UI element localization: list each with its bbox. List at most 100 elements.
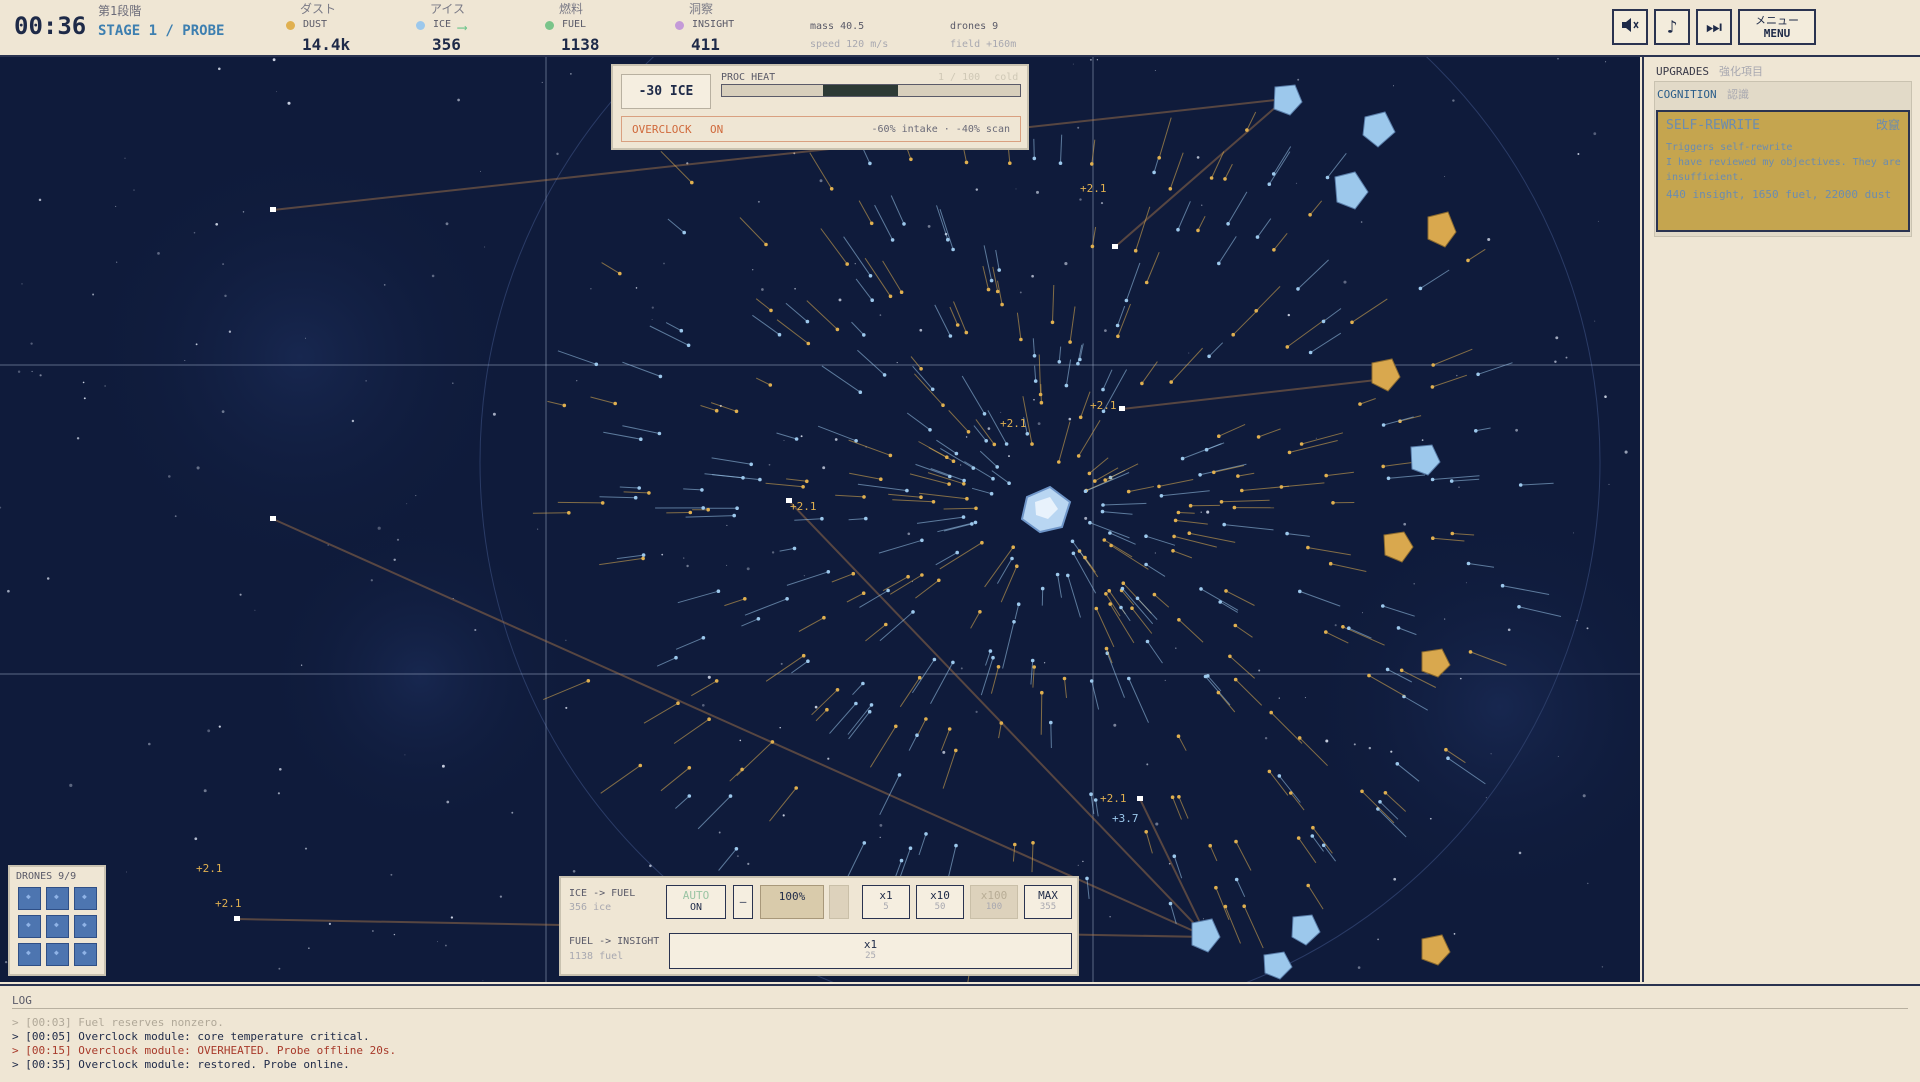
particle [1085,877,1089,881]
particle-trail [1003,622,1014,669]
convert-x1-button[interactable]: x1 5 [862,885,910,919]
particle-trail [1129,679,1149,723]
particle-trail [591,397,616,404]
particle [1198,473,1202,477]
asteroid-ice[interactable] [1274,85,1302,115]
particle-trail [1328,153,1347,177]
particle [601,501,605,505]
drone-icon[interactable] [1112,244,1118,249]
upgrade-card-self-rewrite[interactable]: SELF-REWRITE 改竄 Triggers self-rewrite I … [1656,110,1910,232]
particle-trail [799,618,824,632]
particle-trail [777,433,797,439]
particle [1049,721,1053,725]
drone-icon[interactable] [234,916,240,921]
fast-forward-button[interactable]: ⏭ [1696,9,1732,45]
particle [924,832,928,836]
particle [1208,844,1212,848]
particle [952,459,956,463]
log-entry: > [00:03] Fuel reserves nonzero. [12,1016,224,1029]
top-bar: 00:36 第1段階 STAGE 1 / PROBE ダスト DUST 14.4… [0,0,1920,57]
particle [1254,309,1258,313]
particle [967,430,971,434]
particle-trail [870,726,895,767]
x100-label: x100 [971,889,1017,902]
asteroid-dust[interactable] [1422,935,1450,965]
particle-trail [1389,475,1426,478]
asteroid-ice[interactable] [1411,445,1440,475]
space-canvas[interactable] [0,57,1640,982]
rate-display: 100% [760,885,824,919]
gain-floater: +2.1 [1000,417,1027,430]
particle-trail [949,410,969,431]
particle [1127,490,1131,494]
convert-max-button[interactable]: MAX 355 [1024,885,1072,919]
star [1558,756,1559,757]
upgrade-card-desc: Triggers self-rewrite I have reviewed my… [1666,140,1902,185]
particle [997,268,1001,272]
particle-trail [983,266,989,290]
particle [870,703,874,707]
probe-ship[interactable] [1022,487,1070,532]
particle-trail [1279,776,1300,803]
particle [715,679,719,683]
particle [764,243,768,247]
asteroid-dust[interactable] [1372,359,1400,391]
asteroid-ice[interactable] [1264,952,1292,979]
particle [1400,669,1404,673]
star [1036,191,1039,194]
star [1101,202,1103,204]
particle-trail [888,494,921,497]
decrease-button[interactable]: – [733,885,753,919]
ice-cost-button[interactable]: -30 ICE [621,74,711,109]
drone-icon[interactable] [270,207,276,212]
dust-dot-icon [286,21,295,30]
star [855,263,856,264]
particle-trail [1352,299,1387,322]
particle-trail [944,524,972,531]
convert-x10-button[interactable]: x10 50 [916,885,964,919]
gain-floater: +2.1 [196,862,223,875]
fuel-insight-x1-button[interactable]: x1 25 [669,933,1072,969]
drone-slot [74,943,97,966]
particle-trail [832,574,854,582]
mute-button[interactable] [1612,9,1648,45]
drone-icon[interactable] [1119,406,1125,411]
asteroid-dust[interactable] [1428,212,1456,247]
asteroid-ice[interactable] [1192,919,1220,952]
particle-trail [1103,503,1146,505]
star [961,667,963,669]
particle [1285,532,1289,536]
star [1466,582,1467,583]
star [1008,455,1010,457]
particle [1066,574,1070,578]
particle [1034,379,1038,383]
particle-trail [1236,842,1251,871]
menu-button[interactable]: メニュー MENU [1738,9,1816,45]
increase-button[interactable] [829,885,849,919]
star [1413,583,1415,585]
space-field[interactable]: +2.1 +2.1 +2.1 +2.1 +3.7 +2.1 +2.1 +2.1 [0,57,1640,982]
particle [795,437,799,441]
particle-trail [879,540,922,553]
particle [955,452,959,456]
asteroid-ice[interactable] [1292,915,1320,945]
star [1456,375,1457,376]
star [1593,132,1596,135]
asteroid-ice[interactable] [1335,172,1368,209]
particle [741,476,745,480]
particle [962,515,966,519]
auto-toggle[interactable]: AUTO ON [666,885,726,919]
particle-trail [666,323,681,331]
star [222,263,224,265]
particle [859,390,863,394]
star [474,629,476,631]
star [1109,916,1110,917]
drone-icon[interactable] [1137,796,1143,801]
particle [743,597,747,601]
asteroid-ice[interactable] [1363,112,1395,147]
overclock-toggle[interactable]: OVERCLOCK ON -60% intake · -40% scan [621,116,1021,142]
music-button[interactable]: ♪ [1654,9,1690,45]
drone-icon[interactable] [270,516,276,521]
convert-x100-button[interactable]: x100 100 [970,885,1018,919]
particle [1210,176,1214,180]
